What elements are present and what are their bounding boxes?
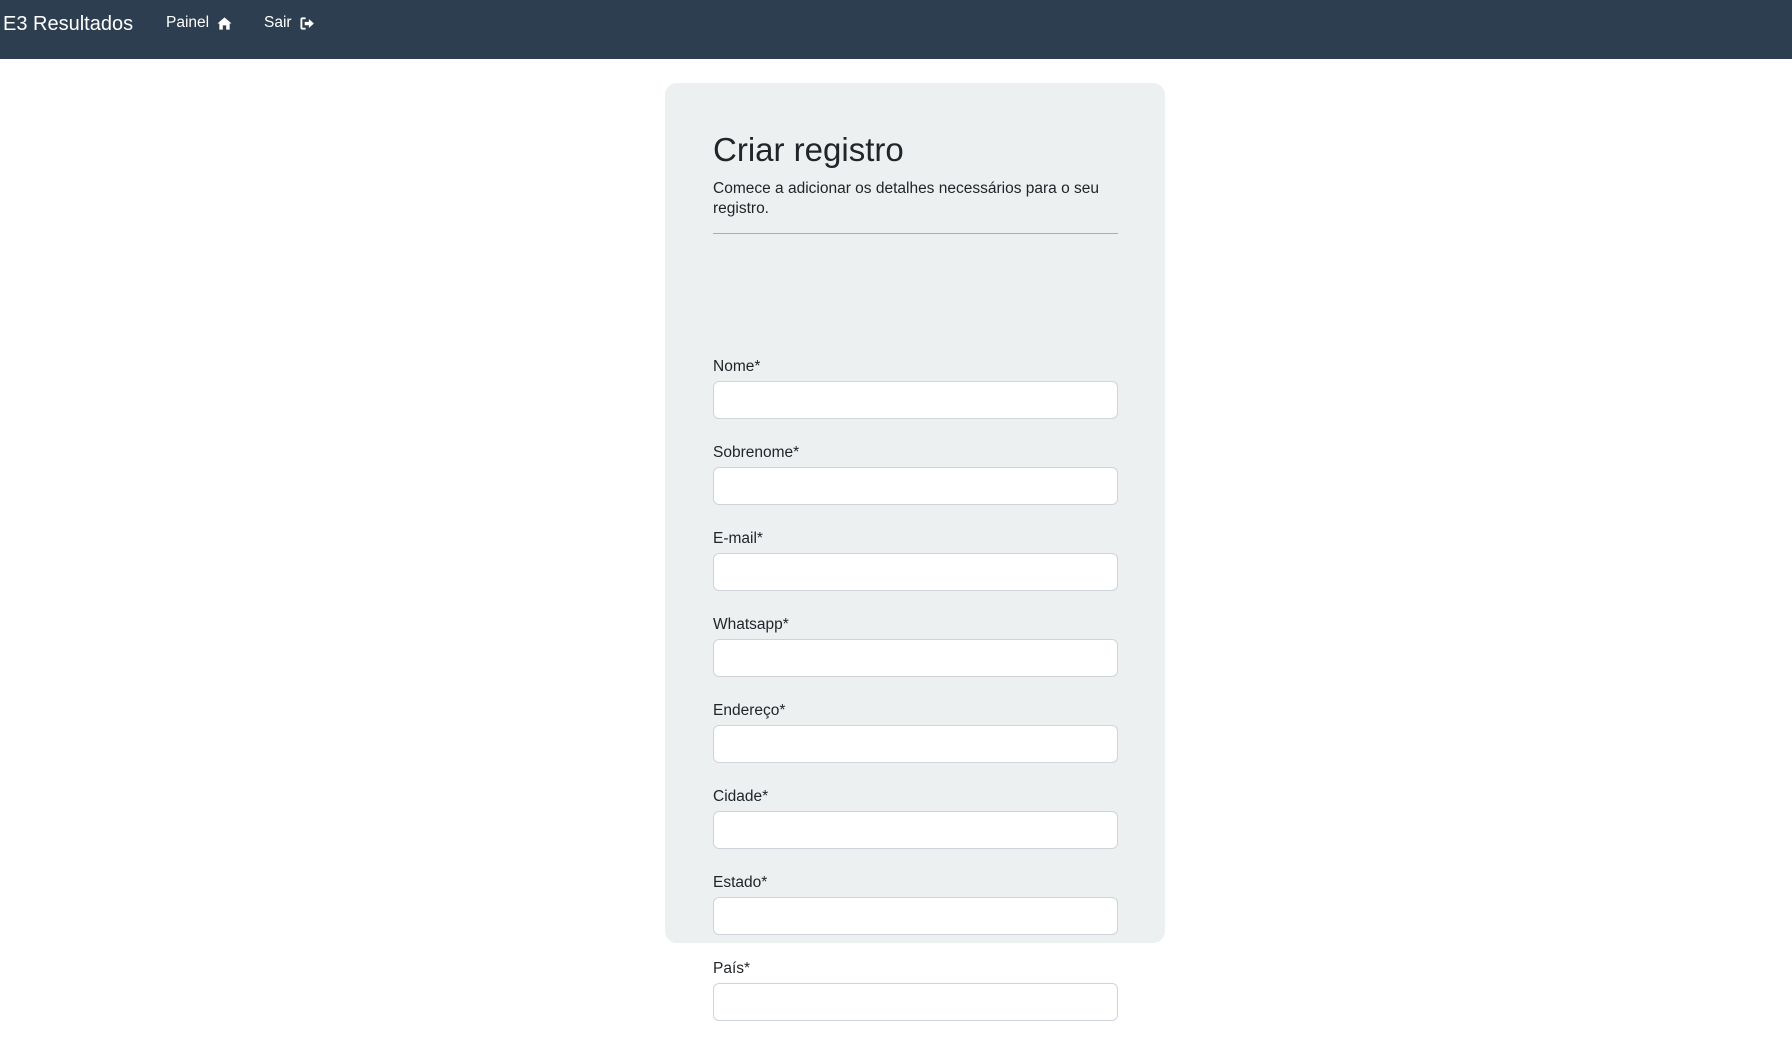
card-header: Criar registro Comece a adicionar os det…: [713, 130, 1118, 242]
home-icon: [217, 16, 232, 31]
record-form: Nome* Sobrenome* E-mail* Whatsapp* Ender…: [713, 357, 1118, 1045]
sign-out-icon: [300, 16, 315, 31]
endereco-input[interactable]: [713, 725, 1118, 763]
page-subtitle: Comece a adicionar os detalhes necessári…: [713, 180, 1100, 217]
field-estado: Estado*: [713, 873, 1118, 959]
pais-label: País*: [713, 960, 751, 977]
create-record-card: Criar registro Comece a adicionar os det…: [665, 83, 1165, 1021]
field-nome: Nome*: [713, 357, 1118, 443]
field-whatsapp: Whatsapp*: [713, 615, 1118, 701]
nav-sair-link[interactable]: Sair: [264, 13, 315, 33]
nav-painel-link[interactable]: Painel: [166, 13, 232, 33]
nome-input[interactable]: [713, 381, 1118, 419]
pais-input[interactable]: [713, 983, 1118, 1021]
field-endereco: Endereço*: [713, 701, 1118, 787]
nav-painel-label: Painel: [166, 14, 210, 31]
top-navbar: E3 Resultados Painel Sair: [0, 0, 1792, 59]
whatsapp-label: Whatsapp*: [713, 616, 789, 633]
nome-label: Nome*: [713, 358, 761, 375]
brand-link[interactable]: E3 Resultados: [3, 10, 133, 38]
email-label: E-mail*: [713, 530, 763, 547]
sobrenome-label: Sobrenome*: [713, 444, 800, 461]
estado-label: Estado*: [713, 874, 768, 891]
page-title: Criar registro: [713, 131, 904, 168]
cidade-input[interactable]: [713, 811, 1118, 849]
cidade-label: Cidade*: [713, 788, 769, 805]
field-email: E-mail*: [713, 529, 1118, 615]
endereco-label: Endereço*: [713, 702, 786, 719]
header-divider: [713, 233, 1118, 234]
email-input[interactable]: [713, 553, 1118, 591]
nav-sair-label: Sair: [264, 14, 292, 31]
field-cidade: Cidade*: [713, 787, 1118, 873]
sobrenome-input[interactable]: [713, 467, 1118, 505]
field-sobrenome: Sobrenome*: [713, 443, 1118, 529]
whatsapp-input[interactable]: [713, 639, 1118, 677]
estado-input[interactable]: [713, 897, 1118, 935]
field-pais: País*: [713, 959, 1118, 1045]
